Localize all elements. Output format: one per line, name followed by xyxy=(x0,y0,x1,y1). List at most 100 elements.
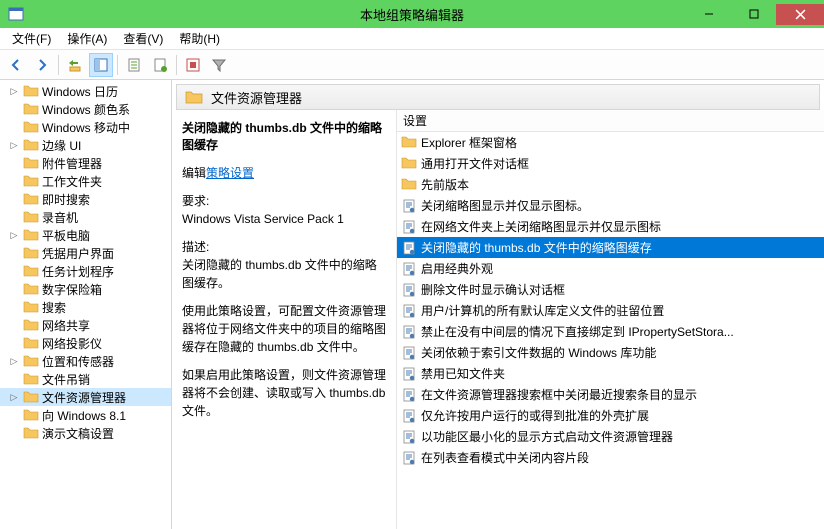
tree-item-label: 演示文稿设置 xyxy=(42,425,114,442)
list-item-label: 关闭隐藏的 thumbs.db 文件中的缩略图缓存 xyxy=(421,239,652,256)
list-item[interactable]: 以功能区最小化的显示方式启动文件资源管理器 xyxy=(397,426,824,447)
list-item[interactable]: 关闭缩略图显示并仅显示图标。 xyxy=(397,195,824,216)
requirements-value: Windows Vista Service Pack 1 xyxy=(182,210,386,228)
menu-bar: 文件(F) 操作(A) 查看(V) 帮助(H) xyxy=(0,28,824,50)
policy-icon xyxy=(401,408,417,424)
folder-icon xyxy=(23,354,39,368)
show-tree-button[interactable] xyxy=(89,53,113,77)
list-item[interactable]: 用户/计算机的所有默认库定义文件的驻留位置 xyxy=(397,300,824,321)
minimize-button[interactable] xyxy=(686,4,731,25)
policy-icon xyxy=(401,282,417,298)
tree-item-label: 边缘 UI xyxy=(42,137,81,154)
expand-icon[interactable]: ▷ xyxy=(8,355,20,367)
right-panel: 文件资源管理器 关闭隐藏的 thumbs.db 文件中的缩略图缓存 编辑策略设置… xyxy=(172,80,824,529)
tree-item[interactable]: 网络共享 xyxy=(0,316,171,334)
tree-panel[interactable]: ▷ Windows 日历Windows 颜色系Windows 移动中 ▷ 边缘 UI附… xyxy=(0,80,172,529)
list-item[interactable]: 在网络文件夹上关闭缩略图显示并仅显示图标 xyxy=(397,216,824,237)
requirements-block: 要求: Windows Vista Service Pack 1 xyxy=(182,192,386,228)
list-item[interactable]: 禁用已知文件夹 xyxy=(397,363,824,384)
expand-icon[interactable]: ▷ xyxy=(8,139,20,151)
title-bar: 本地组策略编辑器 xyxy=(0,0,824,28)
toolbar xyxy=(0,50,824,80)
tree-item[interactable]: ▷ Windows 日历 xyxy=(0,82,171,100)
expand-icon[interactable]: ▷ xyxy=(8,85,20,97)
list-item[interactable]: 在文件资源管理器搜索框中关闭最近搜索条目的显示 xyxy=(397,384,824,405)
tree-item[interactable]: 向 Windows 8.1 xyxy=(0,406,171,424)
expand-icon[interactable]: ▷ xyxy=(8,229,20,241)
properties-button[interactable] xyxy=(122,53,146,77)
policy-icon xyxy=(401,198,417,214)
folder-icon xyxy=(23,408,39,422)
back-button[interactable] xyxy=(4,53,28,77)
tree-item-label: 文件资源管理器 xyxy=(42,389,126,406)
list-item-label: 在文件资源管理器搜索框中关闭最近搜索条目的显示 xyxy=(421,386,697,403)
description-text: 如果启用此策略设置，则文件资源管理器将不会创建、读取或写入 thumbs.db … xyxy=(182,366,386,420)
tree-item[interactable]: 附件管理器 xyxy=(0,154,171,172)
tree-item[interactable]: 数字保险箱 xyxy=(0,280,171,298)
list-item[interactable]: 关闭隐藏的 thumbs.db 文件中的缩略图缓存 xyxy=(397,237,824,258)
export-button[interactable] xyxy=(148,53,172,77)
tree-item[interactable]: ▷ 文件资源管理器 xyxy=(0,388,171,406)
list-item[interactable]: 删除文件时显示确认对话框 xyxy=(397,279,824,300)
settings-list[interactable]: Explorer 框架窗格通用打开文件对话框先前版本关闭缩略图显示并仅显示图标。… xyxy=(397,132,824,529)
list-item[interactable]: Explorer 框架窗格 xyxy=(397,132,824,153)
refresh-button[interactable] xyxy=(181,53,205,77)
folder-icon xyxy=(23,426,39,440)
tree-item-label: 网络共享 xyxy=(42,317,90,334)
tree-item[interactable]: Windows 颜色系 xyxy=(0,100,171,118)
list-item[interactable]: 通用打开文件对话框 xyxy=(397,153,824,174)
tree-item-label: 凭据用户界面 xyxy=(42,245,114,262)
content-header: 文件资源管理器 xyxy=(176,84,820,110)
tree-item[interactable]: 工作文件夹 xyxy=(0,172,171,190)
tree-item-label: Windows 日历 xyxy=(42,83,118,100)
menu-action[interactable]: 操作(A) xyxy=(59,28,115,49)
expand-icon[interactable]: ▷ xyxy=(8,391,20,403)
filter-button[interactable] xyxy=(207,53,231,77)
header-label: 设置 xyxy=(403,112,427,129)
tree-item[interactable]: 即时搜索 xyxy=(0,190,171,208)
tree-item[interactable]: 任务计划程序 xyxy=(0,262,171,280)
policy-icon xyxy=(401,240,417,256)
tree-item[interactable]: Windows 移动中 xyxy=(0,118,171,136)
list-item[interactable]: 先前版本 xyxy=(397,174,824,195)
app-icon xyxy=(8,6,24,22)
tree-item[interactable]: ▷ 边缘 UI xyxy=(0,136,171,154)
maximize-button[interactable] xyxy=(731,4,776,25)
tree-item[interactable]: 文件吊销 xyxy=(0,370,171,388)
tree-item[interactable]: ▷位置和传感器 xyxy=(0,352,171,370)
menu-file[interactable]: 文件(F) xyxy=(4,28,59,49)
policy-icon xyxy=(401,429,417,445)
folder-icon xyxy=(23,192,39,206)
close-button[interactable] xyxy=(776,4,824,25)
folder-icon xyxy=(23,120,39,134)
list-item[interactable]: 启用经典外观 xyxy=(397,258,824,279)
list-column-header[interactable]: 设置 xyxy=(397,110,824,132)
tree-item-label: 即时搜索 xyxy=(42,191,90,208)
tree-item[interactable]: 演示文稿设置 xyxy=(0,424,171,442)
list-item[interactable]: 仅允许按用户运行的或得到批准的外壳扩展 xyxy=(397,405,824,426)
tree-item[interactable]: 搜索 xyxy=(0,298,171,316)
edit-policy-link[interactable]: 策略设置 xyxy=(206,166,254,180)
list-item[interactable]: 关闭依赖于索引文件数据的 Windows 库功能 xyxy=(397,342,824,363)
up-level-button[interactable] xyxy=(63,53,87,77)
list-item-label: 禁用已知文件夹 xyxy=(421,365,505,382)
tree-item-label: Windows 颜色系 xyxy=(42,101,130,118)
list-item[interactable]: 禁止在没有中间层的情况下直接绑定到 IPropertySetStora... xyxy=(397,321,824,342)
list-item[interactable]: 在列表查看模式中关闭内容片段 xyxy=(397,447,824,468)
folder-icon xyxy=(23,300,39,314)
policy-icon xyxy=(401,219,417,235)
tree-item[interactable]: 录音机 xyxy=(0,208,171,226)
tree-item[interactable]: ▷平板电脑 xyxy=(0,226,171,244)
description-block: 描述: 关闭隐藏的 thumbs.db 文件中的缩略图缓存。 xyxy=(182,238,386,292)
folder-icon xyxy=(401,135,417,151)
content-area: ▷ Windows 日历Windows 颜色系Windows 移动中 ▷ 边缘 UI附… xyxy=(0,80,824,529)
menu-view[interactable]: 查看(V) xyxy=(115,28,171,49)
description-panel: 关闭隐藏的 thumbs.db 文件中的缩略图缓存 编辑策略设置 要求: Win… xyxy=(172,110,397,529)
policy-icon xyxy=(401,387,417,403)
menu-help[interactable]: 帮助(H) xyxy=(171,28,228,49)
toolbar-separator xyxy=(58,55,59,75)
tree-item-label: 向 Windows 8.1 xyxy=(42,407,126,424)
tree-item[interactable]: 凭据用户界面 xyxy=(0,244,171,262)
forward-button[interactable] xyxy=(30,53,54,77)
tree-item[interactable]: 网络投影仪 xyxy=(0,334,171,352)
